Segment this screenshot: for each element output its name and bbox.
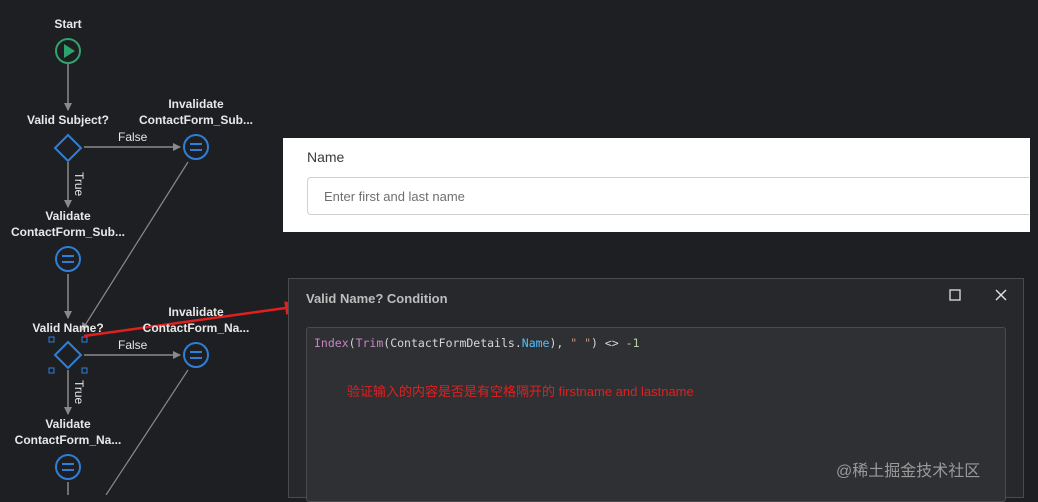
close-button[interactable] xyxy=(989,285,1013,309)
play-icon xyxy=(64,44,75,58)
close-icon xyxy=(995,289,1007,301)
false-label-name: False xyxy=(118,338,148,352)
code-fn-trim: Trim xyxy=(355,336,384,350)
name-form-panel: Name xyxy=(283,138,1030,232)
invalidate-name-label-2: ContactForm_Na... xyxy=(142,321,250,335)
start-label: Start xyxy=(54,17,82,31)
dialog-title: Valid Name? Condition xyxy=(306,291,448,306)
validate-name-label-1: Validate xyxy=(45,417,91,431)
invalidate-subject-label-2: ContactForm_Sub... xyxy=(138,113,253,127)
code-after-prop: ), xyxy=(549,336,571,350)
true-label-name: True xyxy=(72,380,86,405)
code-after-string: ) <> xyxy=(591,336,626,350)
assign-validate-subject[interactable] xyxy=(55,246,81,272)
name-field-label: Name xyxy=(307,149,345,165)
decision-valid-subject[interactable] xyxy=(53,133,83,163)
selection-handle[interactable] xyxy=(81,367,88,374)
code-paren: ( xyxy=(348,336,356,350)
validate-name-label-2: ContactForm_Na... xyxy=(14,433,122,447)
maximize-icon xyxy=(949,289,961,301)
assign-invalidate-name[interactable] xyxy=(183,342,209,368)
start-node[interactable] xyxy=(55,38,81,64)
code-string: " " xyxy=(570,336,592,350)
maximize-button[interactable] xyxy=(943,285,967,309)
name-input[interactable] xyxy=(307,177,1029,215)
code-number: -1 xyxy=(625,336,640,350)
invalidate-subject-label-1: Invalidate xyxy=(168,97,224,111)
valid-subject-label: Valid Subject? xyxy=(26,113,110,127)
watermark: @稀土掘金技术社区 xyxy=(836,463,981,480)
selection-handle[interactable] xyxy=(48,336,55,343)
expression-code: Index(Trim(ContactFormDetails.Name), " "… xyxy=(314,336,640,350)
annotation-text: 验证输入的内容是否是有空格隔开的 firstname and lastname xyxy=(347,384,694,399)
validate-subject-label-1: Validate xyxy=(45,209,91,223)
selection-handle[interactable] xyxy=(81,336,88,343)
decision-valid-name[interactable] xyxy=(48,336,88,374)
selection-handle[interactable] xyxy=(48,367,55,374)
assign-validate-name[interactable] xyxy=(55,454,81,480)
valid-name-label: Valid Name? xyxy=(32,321,104,335)
false-label-subject: False xyxy=(118,130,148,144)
true-label-subject: True xyxy=(72,172,86,197)
invalidate-name-label-1: Invalidate xyxy=(168,305,224,319)
code-property: Name xyxy=(521,336,550,350)
code-object: ContactFormDetails. xyxy=(390,336,522,350)
assign-invalidate-subject[interactable] xyxy=(183,134,209,160)
validate-subject-label-2: ContactForm_Sub... xyxy=(10,225,125,239)
code-fn-index: Index xyxy=(314,336,349,350)
